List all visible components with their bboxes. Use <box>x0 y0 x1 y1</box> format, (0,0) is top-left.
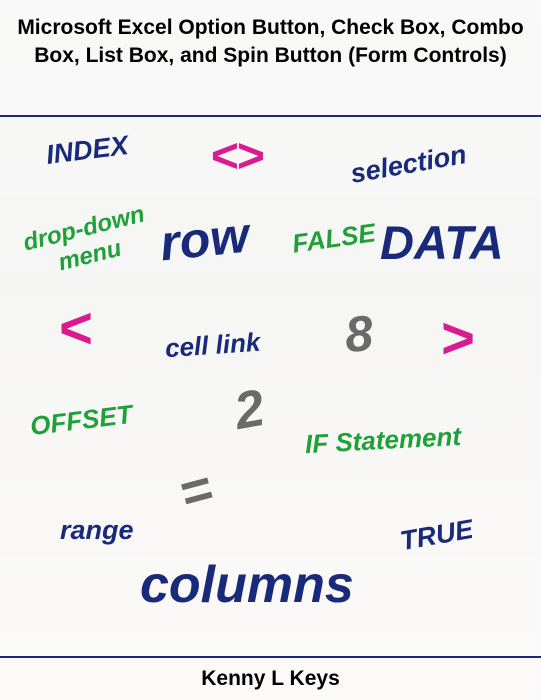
word-less-than: < <box>58 295 92 362</box>
word-angle-brackets: <> <box>210 129 262 184</box>
word-selection: selection <box>348 139 469 190</box>
word-false: FALSE <box>290 217 377 259</box>
word-equals: = <box>173 457 220 525</box>
word-true: TRUE <box>398 514 476 557</box>
word-greater-than: > <box>440 305 474 372</box>
word-cell-link: cell link <box>164 327 261 365</box>
word-range: range <box>60 515 134 546</box>
word-columns: columns <box>140 555 354 615</box>
book-header: Microsoft Excel Option Button, Check Box… <box>0 0 541 81</box>
book-title: Microsoft Excel Option Button, Check Box… <box>12 14 529 71</box>
word-two: 2 <box>230 378 269 442</box>
divider-top <box>0 115 541 117</box>
word-data: DATA <box>380 215 504 270</box>
author-name: Kenny L Keys <box>0 658 541 700</box>
word-index: INDEX <box>44 130 130 171</box>
word-row: row <box>157 206 251 273</box>
word-if-statement: IF Statement <box>304 421 461 460</box>
word-offset: OFFSET <box>28 399 134 442</box>
word-cloud: INDEX <> selection drop-down menu row FA… <box>0 115 541 658</box>
word-eight: 8 <box>343 304 376 364</box>
